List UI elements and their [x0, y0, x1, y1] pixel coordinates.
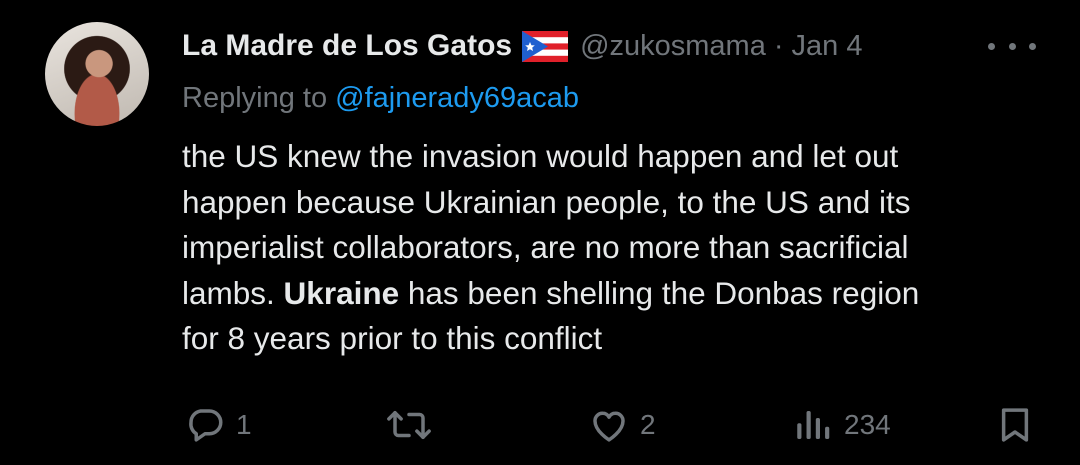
tweet-text-segment: lambs. — [182, 274, 275, 311]
more-options-icon[interactable] — [988, 30, 1036, 62]
retweet-icon — [387, 411, 431, 439]
analytics-icon — [797, 411, 830, 439]
bookmark-icon — [1001, 408, 1029, 442]
tweet-line: the US knew the invasion would happen an… — [182, 138, 899, 174]
tweet-text: the US knew the invasion would happen an… — [182, 134, 1062, 362]
avatar[interactable] — [45, 22, 149, 126]
tweet-line: happen because Ukrainian people, to the … — [182, 183, 911, 220]
author-name[interactable]: La Madre de Los Gatos — [182, 29, 512, 63]
reply-mention-link[interactable]: @fajnerady69acab — [335, 82, 579, 114]
bold-keyword: Ukraine — [283, 274, 400, 311]
replying-to: Replying to @fajnerady69acab — [182, 82, 579, 115]
tweet-header: La Madre de Los Gatos @zukosmama · Jan 4 — [182, 26, 862, 66]
puerto-rico-flag-icon — [522, 30, 569, 62]
tweet-line: lambs. Ukraine has been shelling the Don… — [182, 271, 1062, 317]
tweet-line: for 8 years prior to this conflict — [182, 320, 603, 356]
action-bar: 1 2 234 — [0, 400, 1080, 450]
heart-icon — [593, 411, 625, 442]
reply-button[interactable]: 1 — [184, 400, 252, 450]
replying-prefix: Replying to — [182, 82, 328, 114]
tweet[interactable]: La Madre de Los Gatos @zukosmama · Jan 4… — [0, 0, 1080, 465]
tweet-date[interactable]: Jan 4 — [792, 30, 863, 63]
bookmark-button[interactable] — [994, 400, 1036, 450]
tweet-text-segment: has been shelling the Donbas region — [407, 274, 920, 311]
tweet-line: imperialist collaborators, are no more t… — [182, 229, 909, 265]
author-handle[interactable]: @zukosmama — [580, 30, 766, 63]
retweet-button[interactable] — [386, 400, 442, 450]
like-button[interactable]: 2 — [588, 400, 656, 450]
reply-count: 1 — [236, 409, 252, 440]
reply-icon — [189, 409, 223, 442]
views-count: 234 — [844, 409, 891, 440]
separator-dot: · — [773, 29, 784, 62]
like-count: 2 — [640, 409, 656, 440]
views-button[interactable]: 234 — [792, 400, 891, 450]
